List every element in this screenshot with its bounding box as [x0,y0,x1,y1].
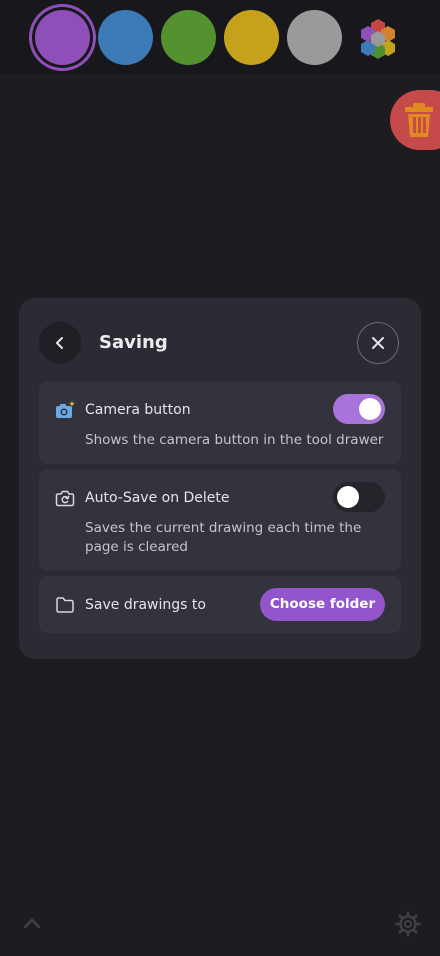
folder-icon [56,597,74,613]
trash-icon [405,103,433,137]
color-toolbar [0,0,440,74]
setting-auto-save-on-delete: Auto-Save on Delete Saves the current dr… [39,470,401,570]
setting-camera-button: Camera button Shows the camera button in… [39,382,401,464]
color-swatch-blue[interactable] [98,10,153,65]
camera-button-description: Shows the camera button in the tool draw… [85,432,384,448]
setting-save-location: Save drawings to Choose folder [39,576,401,633]
color-swatch-gray[interactable] [287,10,342,65]
choose-folder-button[interactable]: Choose folder [260,588,385,621]
toggle-knob [337,486,359,508]
gear-icon[interactable] [394,910,422,938]
auto-save-toggle[interactable] [333,482,385,512]
clear-page-button[interactable] [390,90,440,150]
chevron-left-icon [56,337,63,349]
camera-button-toggle[interactable] [333,394,385,424]
auto-save-description: Saves the current drawing each time the … [85,520,362,555]
color-swatch-green[interactable] [161,10,216,65]
camera-button-label: Camera button [85,402,191,418]
panel-title: Saving [99,332,168,353]
auto-save-label: Auto-Save on Delete [85,490,230,506]
back-button[interactable] [39,322,81,364]
camera-sparkle-icon [56,401,75,418]
chevron-up-icon[interactable] [22,916,42,930]
camera-rotate-icon [55,490,75,507]
toggle-knob [359,398,381,420]
color-swatch-purple[interactable] [35,10,90,65]
close-icon [372,337,384,349]
saving-settings-panel: Saving Camera button Shows the camera bu… [19,298,421,659]
multicolor-hexagon-icon[interactable] [356,16,400,60]
close-button[interactable] [357,322,399,364]
save-location-label: Save drawings to [85,597,206,613]
color-swatch-yellow[interactable] [224,10,279,65]
